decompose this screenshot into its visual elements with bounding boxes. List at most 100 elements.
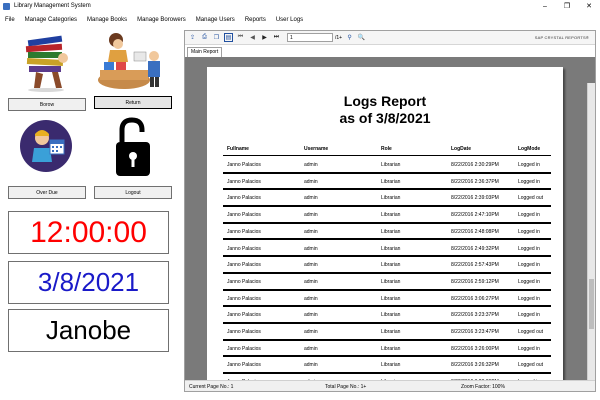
table-row: Janno Palacios admin Librarian 8/22/2016 3:… xyxy=(223,291,551,308)
close-button[interactable]: ✕ xyxy=(578,0,600,12)
header-divider xyxy=(223,155,551,156)
page-number-input[interactable]: 1 xyxy=(287,33,333,42)
cell-role: Librarian xyxy=(381,212,401,219)
padlock-icon xyxy=(94,116,172,182)
report-title-line1: Logs Report xyxy=(343,93,427,109)
cell-role: Librarian xyxy=(381,295,401,302)
cell-role: Librarian xyxy=(381,312,401,319)
cell-username: admin xyxy=(304,228,318,235)
toggle-tree-icon[interactable]: ▤ xyxy=(224,33,233,42)
return-button[interactable]: Return xyxy=(94,96,172,109)
menu-manage-categories[interactable]: Manage Categories xyxy=(20,17,82,23)
cell-logdate: 8/22/2016 2:47:10PM xyxy=(451,212,499,219)
export-icon[interactable]: ⇪ xyxy=(188,33,197,42)
menu-reports[interactable]: Reports xyxy=(240,17,271,23)
menu-bar: File Manage Categories Manage Books Mana… xyxy=(0,14,600,26)
table-row: Janno Palacios admin Librarian 8/22/2016 2:… xyxy=(223,207,551,224)
cell-role: Librarian xyxy=(381,262,401,269)
cell-logmode: Logged in xyxy=(518,245,540,252)
cell-logdate: 8/22/2016 3:06:27PM xyxy=(451,295,499,302)
cell-logdate: 8/22/2016 2:36:37PM xyxy=(451,178,499,185)
vertical-scrollbar[interactable] xyxy=(587,83,595,380)
cell-username: admin xyxy=(304,162,318,168)
cell-logdate: 8/22/2016 2:49:32PM xyxy=(451,245,499,252)
date-display: 3/8/2021 xyxy=(8,261,169,304)
menu-manage-books[interactable]: Manage Books xyxy=(82,17,132,23)
viewer-status-bar: Current Page No.: 1 Total Page No.: 1+ Z… xyxy=(185,380,595,391)
cell-role: Librarian xyxy=(381,362,401,369)
table-row: Janno Palacios admin Librarian 8/22/2016 3:… xyxy=(223,307,551,324)
menu-manage-users[interactable]: Manage Users xyxy=(191,17,240,23)
menu-manage-borowers[interactable]: Manage Borowers xyxy=(132,17,191,23)
cell-username: admin xyxy=(304,245,318,252)
search-icon[interactable]: ⚲ xyxy=(345,33,354,42)
cell-logmode: Logged in xyxy=(518,278,540,285)
minimize-button[interactable]: – xyxy=(534,0,556,12)
zoom-icon[interactable]: 🔍 xyxy=(357,33,366,42)
cell-logdate: 8/22/2016 3:26:32PM xyxy=(451,362,499,369)
cell-logmode: Logged in xyxy=(518,262,540,269)
scrollbar-thumb[interactable] xyxy=(589,279,594,329)
cell-logmode: Logged in xyxy=(518,295,540,302)
cell-role: Librarian xyxy=(381,278,401,285)
first-page-icon[interactable]: ⏮ xyxy=(236,33,245,42)
borrow-icon xyxy=(8,28,86,94)
print-icon[interactable]: ⎙ xyxy=(200,33,209,42)
copy-icon[interactable]: ❐ xyxy=(212,33,221,42)
cell-username: admin xyxy=(304,295,318,302)
cell-role: Librarian xyxy=(381,245,401,252)
cell-logdate: 8/22/2016 2:57:43PM xyxy=(451,262,499,269)
logout-button[interactable]: Logout xyxy=(94,186,172,199)
cell-logmode: Logged out xyxy=(518,195,544,202)
maximize-button[interactable]: ❐ xyxy=(556,0,578,12)
report-viewer: ⇪ ⎙ ❐ ▤ ⏮ ◀ ▶ ⏭ 1 /1+ ⚲ 🔍 SAP CRYSTAL RE… xyxy=(184,30,596,392)
prev-page-icon[interactable]: ◀ xyxy=(248,33,257,42)
table-row: Janno Palacios admin Librarian 8/22/2016 3:… xyxy=(223,357,551,375)
cell-fullname: Janno Palacios xyxy=(227,329,261,335)
report-canvas[interactable]: Logs Report as of 3/8/2021 Fullname User… xyxy=(185,57,595,380)
overdue-icon xyxy=(8,116,86,182)
cell-role: Librarian xyxy=(381,162,401,168)
column-header-logmode: LogMode xyxy=(518,146,541,152)
cell-username: admin xyxy=(304,312,318,319)
cell-logdate: 8/22/2016 2:30:29PM xyxy=(451,162,499,168)
cell-fullname: Janno Palacios xyxy=(227,162,261,168)
status-total-pages: Total Page No.: 1+ xyxy=(325,384,367,390)
window-controls: – ❐ ✕ xyxy=(534,0,600,12)
cell-username: admin xyxy=(304,195,318,202)
tab-main-report[interactable]: Main Report xyxy=(187,47,223,57)
viewer-toolbar: ⇪ ⎙ ❐ ▤ ⏮ ◀ ▶ ⏭ 1 /1+ ⚲ 🔍 SAP CRYSTAL RE… xyxy=(185,31,595,45)
cell-logdate: 8/22/2016 2:59:12PM xyxy=(451,278,499,285)
overdue-tile[interactable]: Over Due xyxy=(8,116,86,200)
logout-tile[interactable]: Logout xyxy=(94,116,172,200)
table-row: Janno Palacios admin Librarian 8/22/2016 2:… xyxy=(223,224,551,241)
app-icon xyxy=(3,2,10,10)
return-icon xyxy=(94,28,172,94)
menu-file[interactable]: File xyxy=(0,17,20,23)
overdue-button[interactable]: Over Due xyxy=(8,186,86,199)
report-title: Logs Report as of 3/8/2021 xyxy=(207,93,563,127)
table-row: Janno Palacios admin Librarian 8/22/2016 3:… xyxy=(223,324,551,341)
cell-logdate: 8/22/2016 2:39:03PM xyxy=(451,195,499,202)
cell-username: admin xyxy=(304,212,318,219)
cell-role: Librarian xyxy=(381,195,401,202)
borrow-tile[interactable]: Borow xyxy=(8,28,86,112)
table-row: Janno Palacios admin Librarian 8/22/2016 3:… xyxy=(223,341,551,358)
menu-user-logs[interactable]: User Logs xyxy=(271,17,308,23)
next-page-icon[interactable]: ▶ xyxy=(260,33,269,42)
cell-fullname: Janno Palacios xyxy=(227,228,261,235)
column-header-username: Username xyxy=(304,146,329,152)
last-page-icon[interactable]: ⏭ xyxy=(272,33,281,42)
cell-fullname: Janno Palacios xyxy=(227,245,261,252)
window-title: Library Management System xyxy=(14,3,91,9)
table-row: Janno Palacios admin Librarian 8/22/2016 2:… xyxy=(223,257,551,274)
cell-fullname: Janno Palacios xyxy=(227,195,261,202)
return-tile[interactable]: Return xyxy=(94,28,172,112)
cell-fullname: Janno Palacios xyxy=(227,262,261,269)
borrow-button[interactable]: Borow xyxy=(8,98,86,111)
cell-username: admin xyxy=(304,345,318,352)
report-title-line2: as of 3/8/2021 xyxy=(339,110,431,126)
cell-username: admin xyxy=(304,262,318,269)
cell-role: Librarian xyxy=(381,178,401,185)
cell-role: Librarian xyxy=(381,345,401,352)
